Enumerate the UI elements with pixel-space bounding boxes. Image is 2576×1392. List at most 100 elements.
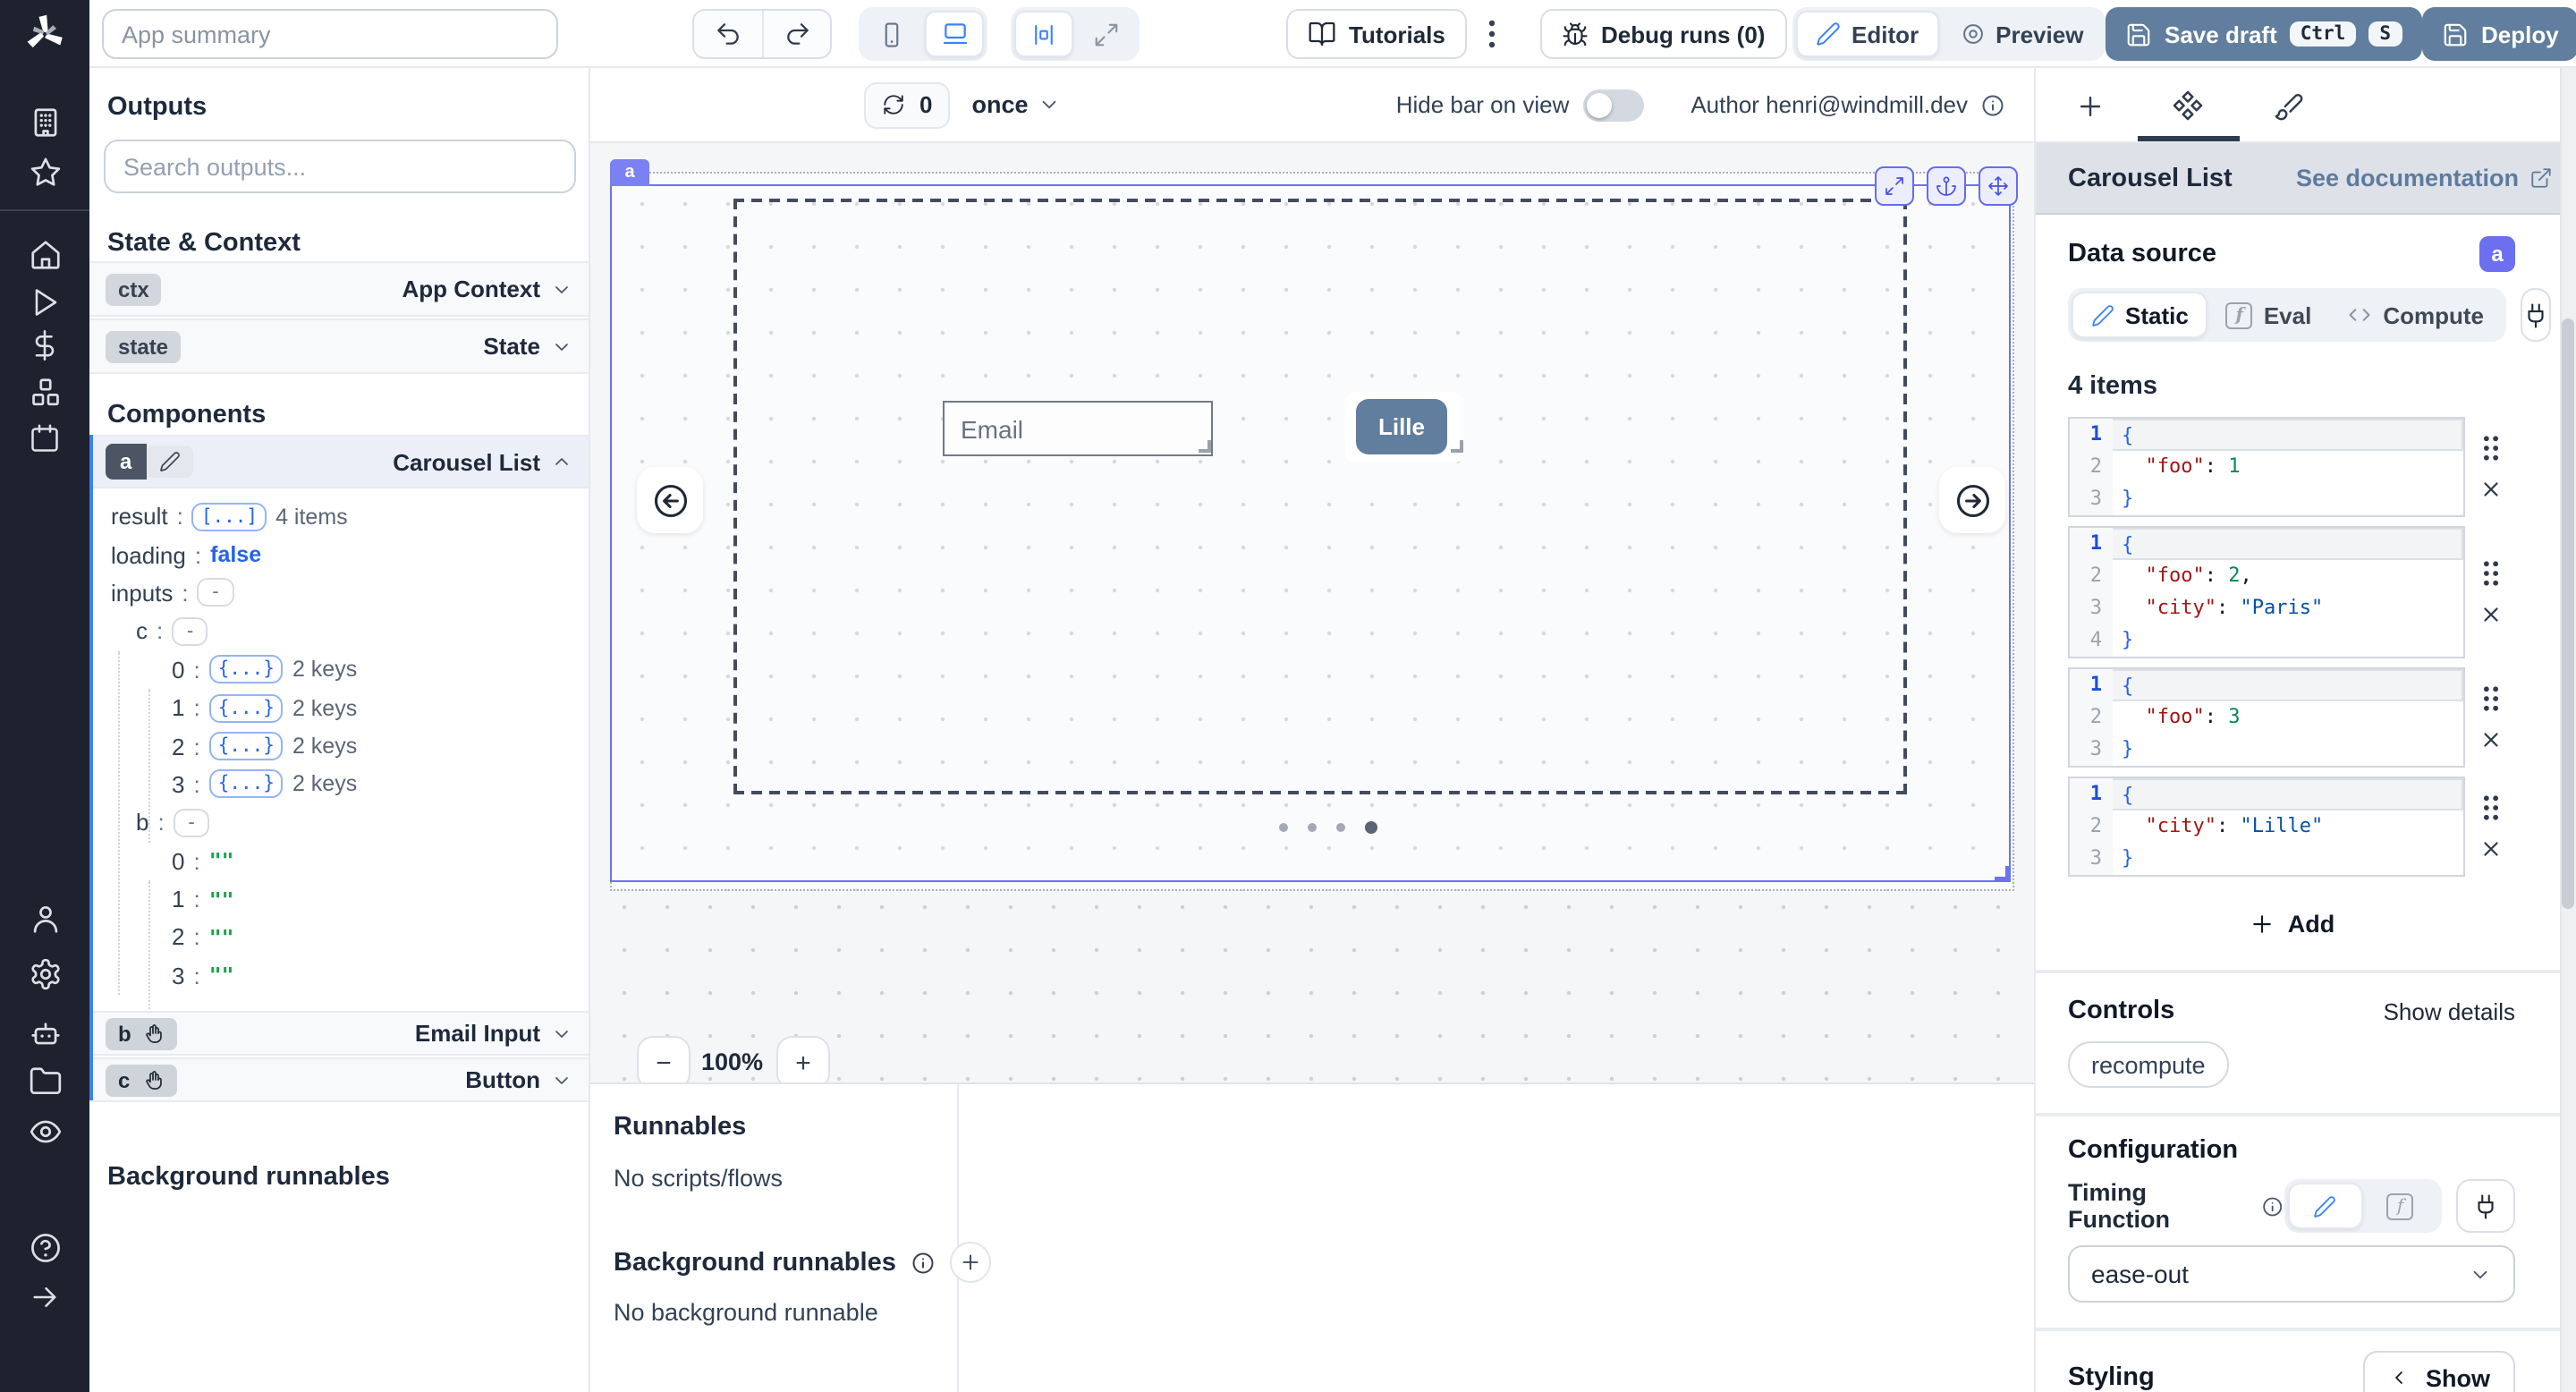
email-input-component[interactable]: Email: [943, 401, 1213, 456]
output-tree-row[interactable]: 0:{...}2 keys: [89, 650, 589, 689]
connect-plug-button[interactable]: [2520, 288, 2550, 342]
resources-boxes-icon[interactable]: [0, 370, 89, 413]
ctx-row[interactable]: ctx App Context: [89, 261, 589, 317]
carousel-next-button[interactable]: [1939, 467, 2005, 533]
add-background-runnable-button[interactable]: [950, 1242, 991, 1283]
drag-handle-icon[interactable]: [2480, 434, 2500, 461]
schedule-dropdown[interactable]: once: [971, 91, 1060, 118]
home-icon[interactable]: [0, 233, 89, 276]
timing-static-button[interactable]: [2288, 1183, 2363, 1229]
carousel-dot[interactable]: [1279, 823, 1288, 832]
tree-expand-chip[interactable]: -: [174, 809, 210, 837]
desktop-view-button[interactable]: [925, 11, 984, 57]
component-a-tab[interactable]: a: [610, 159, 649, 186]
recompute-button[interactable]: recompute: [2068, 1041, 2229, 1088]
component-settings-tab[interactable]: [2148, 68, 2227, 143]
output-tree-row[interactable]: 0:"": [89, 842, 589, 880]
timing-plug-button[interactable]: [2456, 1179, 2515, 1233]
timing-function-select[interactable]: ease-out: [2068, 1245, 2515, 1303]
see-documentation-link[interactable]: See documentation: [2296, 165, 2553, 191]
drag-handle-icon[interactable]: [2480, 794, 2500, 820]
drag-handle-icon[interactable]: [2480, 559, 2500, 586]
runs-play-icon[interactable]: [0, 281, 89, 324]
expand-component-button[interactable]: [1875, 166, 1914, 206]
tree-expand-chip[interactable]: {...}: [209, 656, 284, 684]
drag-handle-icon[interactable]: [2480, 684, 2500, 711]
hide-bar-toggle[interactable]: [1583, 89, 1644, 121]
full-width-button[interactable]: [1077, 11, 1136, 57]
anchor-component-button[interactable]: [1927, 166, 1966, 206]
tutorials-button[interactable]: Tutorials: [1286, 9, 1467, 59]
output-tree-row[interactable]: loading:false: [89, 536, 589, 574]
scrollbar-thumb[interactable]: [2562, 318, 2574, 909]
redo-button[interactable]: [762, 11, 830, 57]
component-c-row[interactable]: c Button: [89, 1057, 589, 1102]
rename-pencil-button[interactable]: [146, 446, 192, 478]
output-tree-row[interactable]: 2:{...}2 keys: [89, 727, 589, 766]
user-icon[interactable]: [0, 896, 89, 939]
styling-show-button[interactable]: Show: [2363, 1351, 2515, 1392]
ai-bot-icon[interactable]: [0, 1011, 89, 1054]
output-tree-row[interactable]: 1:"": [89, 880, 589, 919]
variables-dollar-icon[interactable]: [0, 324, 89, 367]
output-tree-row[interactable]: inputs:-: [89, 574, 589, 613]
app-summary-input[interactable]: [102, 9, 558, 59]
component-a-row[interactable]: a Carousel List: [89, 435, 589, 488]
center-content-button[interactable]: [1014, 11, 1073, 57]
audit-eye-icon[interactable]: [0, 1109, 89, 1152]
output-tree-row[interactable]: 3:{...}2 keys: [89, 765, 589, 803]
output-tree-row[interactable]: b:-: [89, 803, 589, 842]
output-tree-row[interactable]: 3:"": [89, 956, 589, 995]
compute-mode-button[interactable]: Compute: [2329, 292, 2502, 338]
show-details-link[interactable]: Show details: [2384, 997, 2515, 1024]
app-canvas[interactable]: a Email Lille: [590, 143, 2034, 1082]
tree-expand-chip[interactable]: -: [172, 617, 208, 646]
tree-expand-chip[interactable]: {...}: [209, 732, 284, 760]
carousel-inner-container[interactable]: [733, 199, 1907, 794]
folders-icon[interactable]: [0, 1059, 89, 1102]
add-item-button[interactable]: Add: [2211, 902, 2372, 945]
button-resize-handle[interactable]: [1451, 440, 1463, 453]
output-tree-row[interactable]: c:-: [89, 612, 589, 650]
settings-gear-icon[interactable]: [0, 952, 89, 995]
delete-item-button[interactable]: [2479, 727, 2502, 751]
lille-button-component[interactable]: Lille: [1356, 399, 1447, 454]
timing-eval-button[interactable]: f: [2363, 1183, 2438, 1229]
help-icon[interactable]: [0, 1226, 89, 1269]
item-json-editor[interactable]: 1{2 "foo": 13}: [2068, 417, 2465, 517]
move-component-button[interactable]: [1979, 166, 2018, 206]
tree-expand-chip[interactable]: [...]: [192, 502, 267, 530]
tree-expand-chip[interactable]: {...}: [209, 770, 284, 799]
zoom-out-button[interactable]: −: [637, 1036, 691, 1082]
deploy-button[interactable]: Deploy: [2422, 7, 2576, 61]
component-b-row[interactable]: b Email Input: [89, 1011, 589, 1056]
search-outputs-input[interactable]: [104, 140, 576, 193]
delete-item-button[interactable]: [2479, 602, 2502, 625]
workspace-building-icon[interactable]: [0, 100, 89, 143]
output-tree-row[interactable]: 1:{...}2 keys: [89, 689, 589, 727]
collapse-arrow-right-icon[interactable]: [0, 1276, 89, 1319]
schedules-calendar-icon[interactable]: [0, 417, 89, 460]
email-resize-handle[interactable]: [1199, 440, 1211, 453]
delete-item-button[interactable]: [2479, 477, 2502, 500]
favorites-star-icon[interactable]: [0, 150, 89, 193]
carousel-dot[interactable]: [1336, 823, 1345, 832]
carousel-dot-active[interactable]: [1365, 821, 1377, 834]
windmill-logo-icon[interactable]: [0, 0, 89, 68]
refresh-count-button[interactable]: 0: [864, 81, 950, 128]
mobile-view-button[interactable]: [862, 11, 921, 57]
eval-mode-button[interactable]: f Eval: [2208, 292, 2330, 338]
item-json-editor[interactable]: 1{2 "foo": 33}: [2068, 667, 2465, 768]
carousel-prev-button[interactable]: [637, 467, 703, 533]
save-draft-button[interactable]: Save draft Ctrl S: [2106, 7, 2421, 61]
carousel-dot[interactable]: [1308, 823, 1317, 832]
undo-button[interactable]: [694, 11, 762, 57]
more-menu-button[interactable]: [1470, 9, 1513, 59]
output-tree-row[interactable]: result:[...]4 items: [89, 497, 589, 536]
zoom-in-button[interactable]: +: [776, 1036, 830, 1082]
component-resize-corner[interactable]: [1995, 866, 2009, 880]
state-row[interactable]: state State: [89, 318, 589, 374]
delete-item-button[interactable]: [2479, 836, 2502, 860]
tree-expand-chip[interactable]: {...}: [209, 693, 284, 722]
tree-expand-chip[interactable]: -: [198, 579, 234, 607]
